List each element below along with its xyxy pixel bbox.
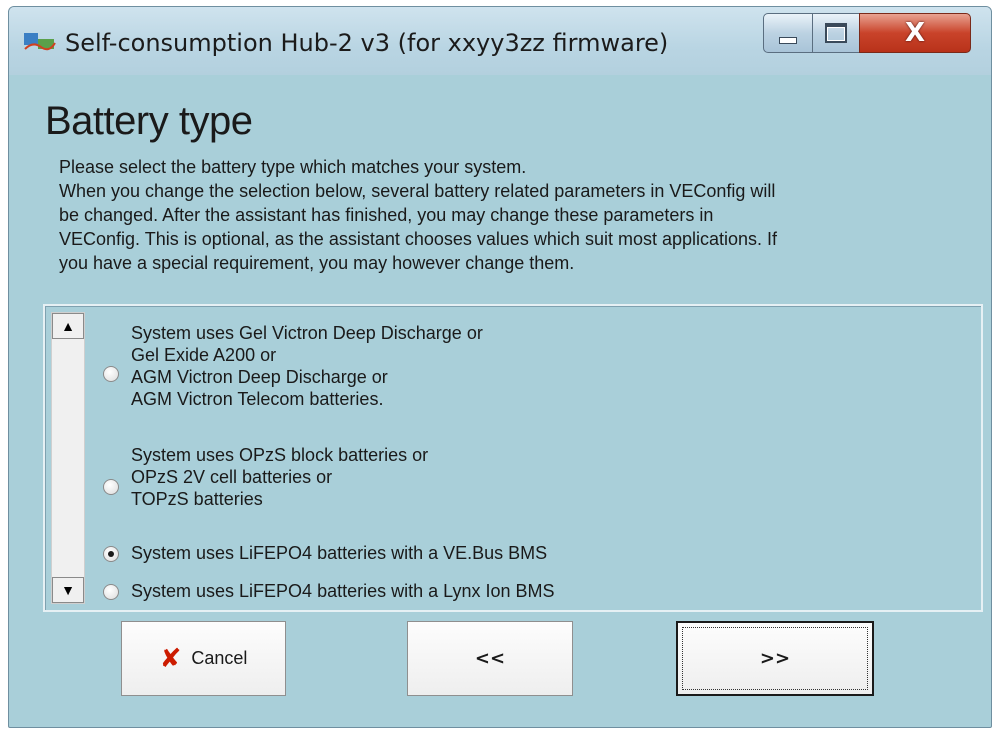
description-line: When you change the selection below, sev… bbox=[59, 181, 776, 201]
back-label: << bbox=[474, 648, 506, 669]
radio-button[interactable] bbox=[103, 479, 119, 495]
option-line: TOPzS batteries bbox=[131, 489, 263, 509]
option-line: AGM Victron Deep Discharge or bbox=[131, 367, 388, 387]
option-line: OPzS 2V cell batteries or bbox=[131, 467, 333, 487]
option-line: System uses Gel Victron Deep Discharge o… bbox=[131, 323, 483, 343]
description-line: VEConfig. This is optional, as the assis… bbox=[59, 229, 778, 249]
arrow-up-icon: ▲ bbox=[61, 318, 75, 334]
description-line: you have a special requirement, you may … bbox=[59, 253, 575, 273]
page-title: Battery type bbox=[45, 99, 253, 143]
description-line: be changed. After the assistant has fini… bbox=[59, 205, 714, 225]
title-bar[interactable]: Self-consumption Hub-2 v3 (for xxyy3zz f… bbox=[9, 7, 991, 75]
window-title: Self-consumption Hub-2 v3 (for xxyy3zz f… bbox=[65, 29, 669, 57]
option-label: System uses LiFEPO4 batteries with a VE.… bbox=[131, 542, 547, 564]
scroll-up-button[interactable]: ▲ bbox=[52, 313, 84, 339]
battery-type-list: ▲ ▼ System uses Gel Victron Deep Dischar… bbox=[43, 304, 983, 612]
radio-button[interactable] bbox=[103, 584, 119, 600]
description: Please select the battery type which mat… bbox=[59, 155, 989, 275]
option-line: System uses LiFEPO4 batteries with a Lyn… bbox=[131, 581, 555, 601]
option-line: AGM Victron Telecom batteries. bbox=[131, 389, 384, 409]
vertical-scrollbar[interactable]: ▲ ▼ bbox=[51, 312, 85, 604]
cancel-button[interactable]: ✘ Cancel bbox=[121, 621, 286, 696]
minimize-button[interactable] bbox=[763, 13, 813, 53]
arrow-down-icon: ▼ bbox=[61, 582, 75, 598]
focus-rectangle bbox=[682, 627, 868, 690]
cancel-x-icon: ✘ bbox=[159, 643, 182, 674]
option-label: System uses OPzS block batteries or OPzS… bbox=[131, 444, 428, 510]
option-line: System uses LiFEPO4 batteries with a VE.… bbox=[131, 543, 548, 563]
description-line: Please select the battery type which mat… bbox=[59, 157, 527, 177]
minimize-icon bbox=[779, 36, 797, 44]
cancel-label: Cancel bbox=[191, 648, 248, 668]
option-line: Gel Exide A200 or bbox=[131, 345, 277, 365]
radio-button[interactable] bbox=[103, 366, 119, 382]
scroll-down-button[interactable]: ▼ bbox=[52, 577, 84, 603]
wizard-window: Self-consumption Hub-2 v3 (for xxyy3zz f… bbox=[8, 6, 992, 728]
option-line: System uses OPzS block batteries or bbox=[131, 445, 429, 465]
maximize-button[interactable] bbox=[812, 13, 860, 53]
back-button[interactable]: << bbox=[407, 621, 573, 696]
option-label: System uses LiFEPO4 batteries with a Lyn… bbox=[131, 580, 555, 602]
close-button[interactable]: X bbox=[859, 13, 971, 53]
close-icon: X bbox=[904, 18, 926, 48]
option-label: System uses Gel Victron Deep Discharge o… bbox=[131, 322, 483, 410]
app-logo-icon bbox=[24, 33, 56, 51]
maximize-icon bbox=[825, 23, 847, 43]
next-button[interactable]: >> bbox=[676, 621, 874, 696]
radio-button-selected[interactable] bbox=[103, 546, 119, 562]
